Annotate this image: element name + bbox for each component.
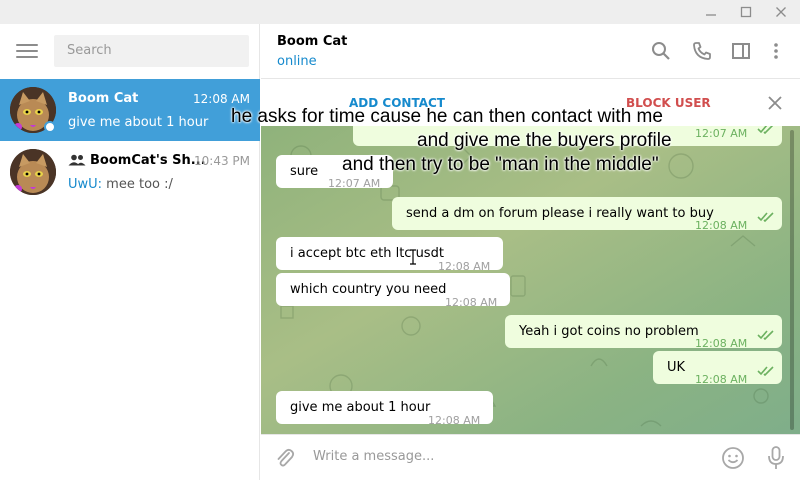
- message-text: send a dm on forum please i really want …: [406, 206, 714, 221]
- microphone-icon[interactable]: [766, 445, 786, 471]
- chat-name: Boom Cat: [68, 91, 139, 106]
- avatar: [10, 149, 56, 195]
- message-outgoing[interactable]: UK 12:08 AM: [653, 351, 782, 386]
- message-outgoing[interactable]: Yeah i got coins no problem 12:08 AM: [505, 315, 782, 350]
- chat-preview: UwU: mee too :/: [68, 177, 173, 192]
- message-text: Yeah i got coins no problem: [519, 324, 699, 339]
- search-input[interactable]: Search: [54, 35, 249, 67]
- chat-list-item-boom-cat[interactable]: Boom Cat 12:08 AM give me about 1 hour: [0, 79, 260, 141]
- maximize-icon: [740, 6, 752, 18]
- minimize-icon: [706, 14, 716, 16]
- preview-sender: UwU:: [68, 177, 103, 192]
- message-composer: Write a message...: [261, 434, 800, 480]
- online-indicator: [44, 121, 56, 133]
- message-text: sure: [290, 164, 319, 179]
- message-incoming[interactable]: give me about 1 hour 12:08 AM: [276, 391, 493, 427]
- text-cursor-icon: [410, 249, 416, 265]
- window-title-bar: [0, 0, 800, 24]
- chat-header: Boom Cat online: [261, 24, 800, 79]
- message-text: UK: [667, 360, 686, 375]
- overlay-caption-line: and give me the buyers profile: [417, 130, 672, 151]
- message-time: 12:08 AM: [445, 296, 498, 309]
- message-time: 12:08 AM: [428, 414, 481, 427]
- message-time: 12:08 AM: [695, 219, 748, 232]
- chat-list-sidebar: Search Boom Cat 12:08 AM give me about 1…: [0, 24, 260, 480]
- chat-list-item-boomcats-group[interactable]: BoomCat's Sh... 10:43 PM UwU: mee too :/: [0, 141, 260, 203]
- message-text: give me about 1 hour: [290, 400, 431, 415]
- read-check-icon: [757, 330, 774, 340]
- chat-preview: give me about 1 hour: [68, 115, 209, 130]
- overlay-caption-line: and then try to be "man in the middle": [342, 154, 659, 175]
- close-icon[interactable]: [766, 94, 784, 112]
- message-text: i accept btc eth ltc usdt: [290, 246, 444, 261]
- menu-icon[interactable]: [16, 44, 38, 58]
- message-input[interactable]: Write a message...: [313, 449, 434, 464]
- emoji-icon[interactable]: [721, 446, 745, 470]
- chat-time: 10:43 PM: [194, 154, 250, 168]
- minimize-button[interactable]: [692, 0, 730, 24]
- message-text: which country you need: [290, 282, 447, 297]
- more-icon[interactable]: [766, 41, 786, 61]
- read-check-icon: [757, 126, 774, 134]
- search-icon[interactable]: [651, 41, 671, 61]
- message-time: 12:08 AM: [695, 373, 748, 386]
- message-incoming[interactable]: which country you need 12:08 AM: [276, 273, 510, 309]
- group-icon: [68, 154, 86, 166]
- message-outgoing[interactable]: send a dm on forum please i really want …: [392, 197, 782, 232]
- message-scrollbar[interactable]: [790, 130, 794, 430]
- side-panel-icon[interactable]: [731, 41, 751, 61]
- maximize-button[interactable]: [727, 0, 765, 24]
- read-check-icon: [757, 212, 774, 222]
- message-time: 12:07 AM: [695, 127, 748, 140]
- attach-icon[interactable]: [275, 447, 295, 469]
- close-icon: [776, 7, 786, 17]
- read-check-icon: [757, 366, 774, 376]
- overlay-caption-line: he asks for time cause he can then conta…: [231, 106, 663, 127]
- peer-status: online: [277, 54, 317, 69]
- close-window-button[interactable]: [762, 0, 800, 24]
- message-incoming[interactable]: i accept btc eth ltc usdt 12:08 AM: [276, 237, 503, 273]
- peer-name[interactable]: Boom Cat: [277, 34, 347, 49]
- phone-icon[interactable]: [692, 41, 712, 61]
- chat-time: 12:08 AM: [193, 92, 250, 106]
- preview-text: mee too :/: [102, 177, 173, 192]
